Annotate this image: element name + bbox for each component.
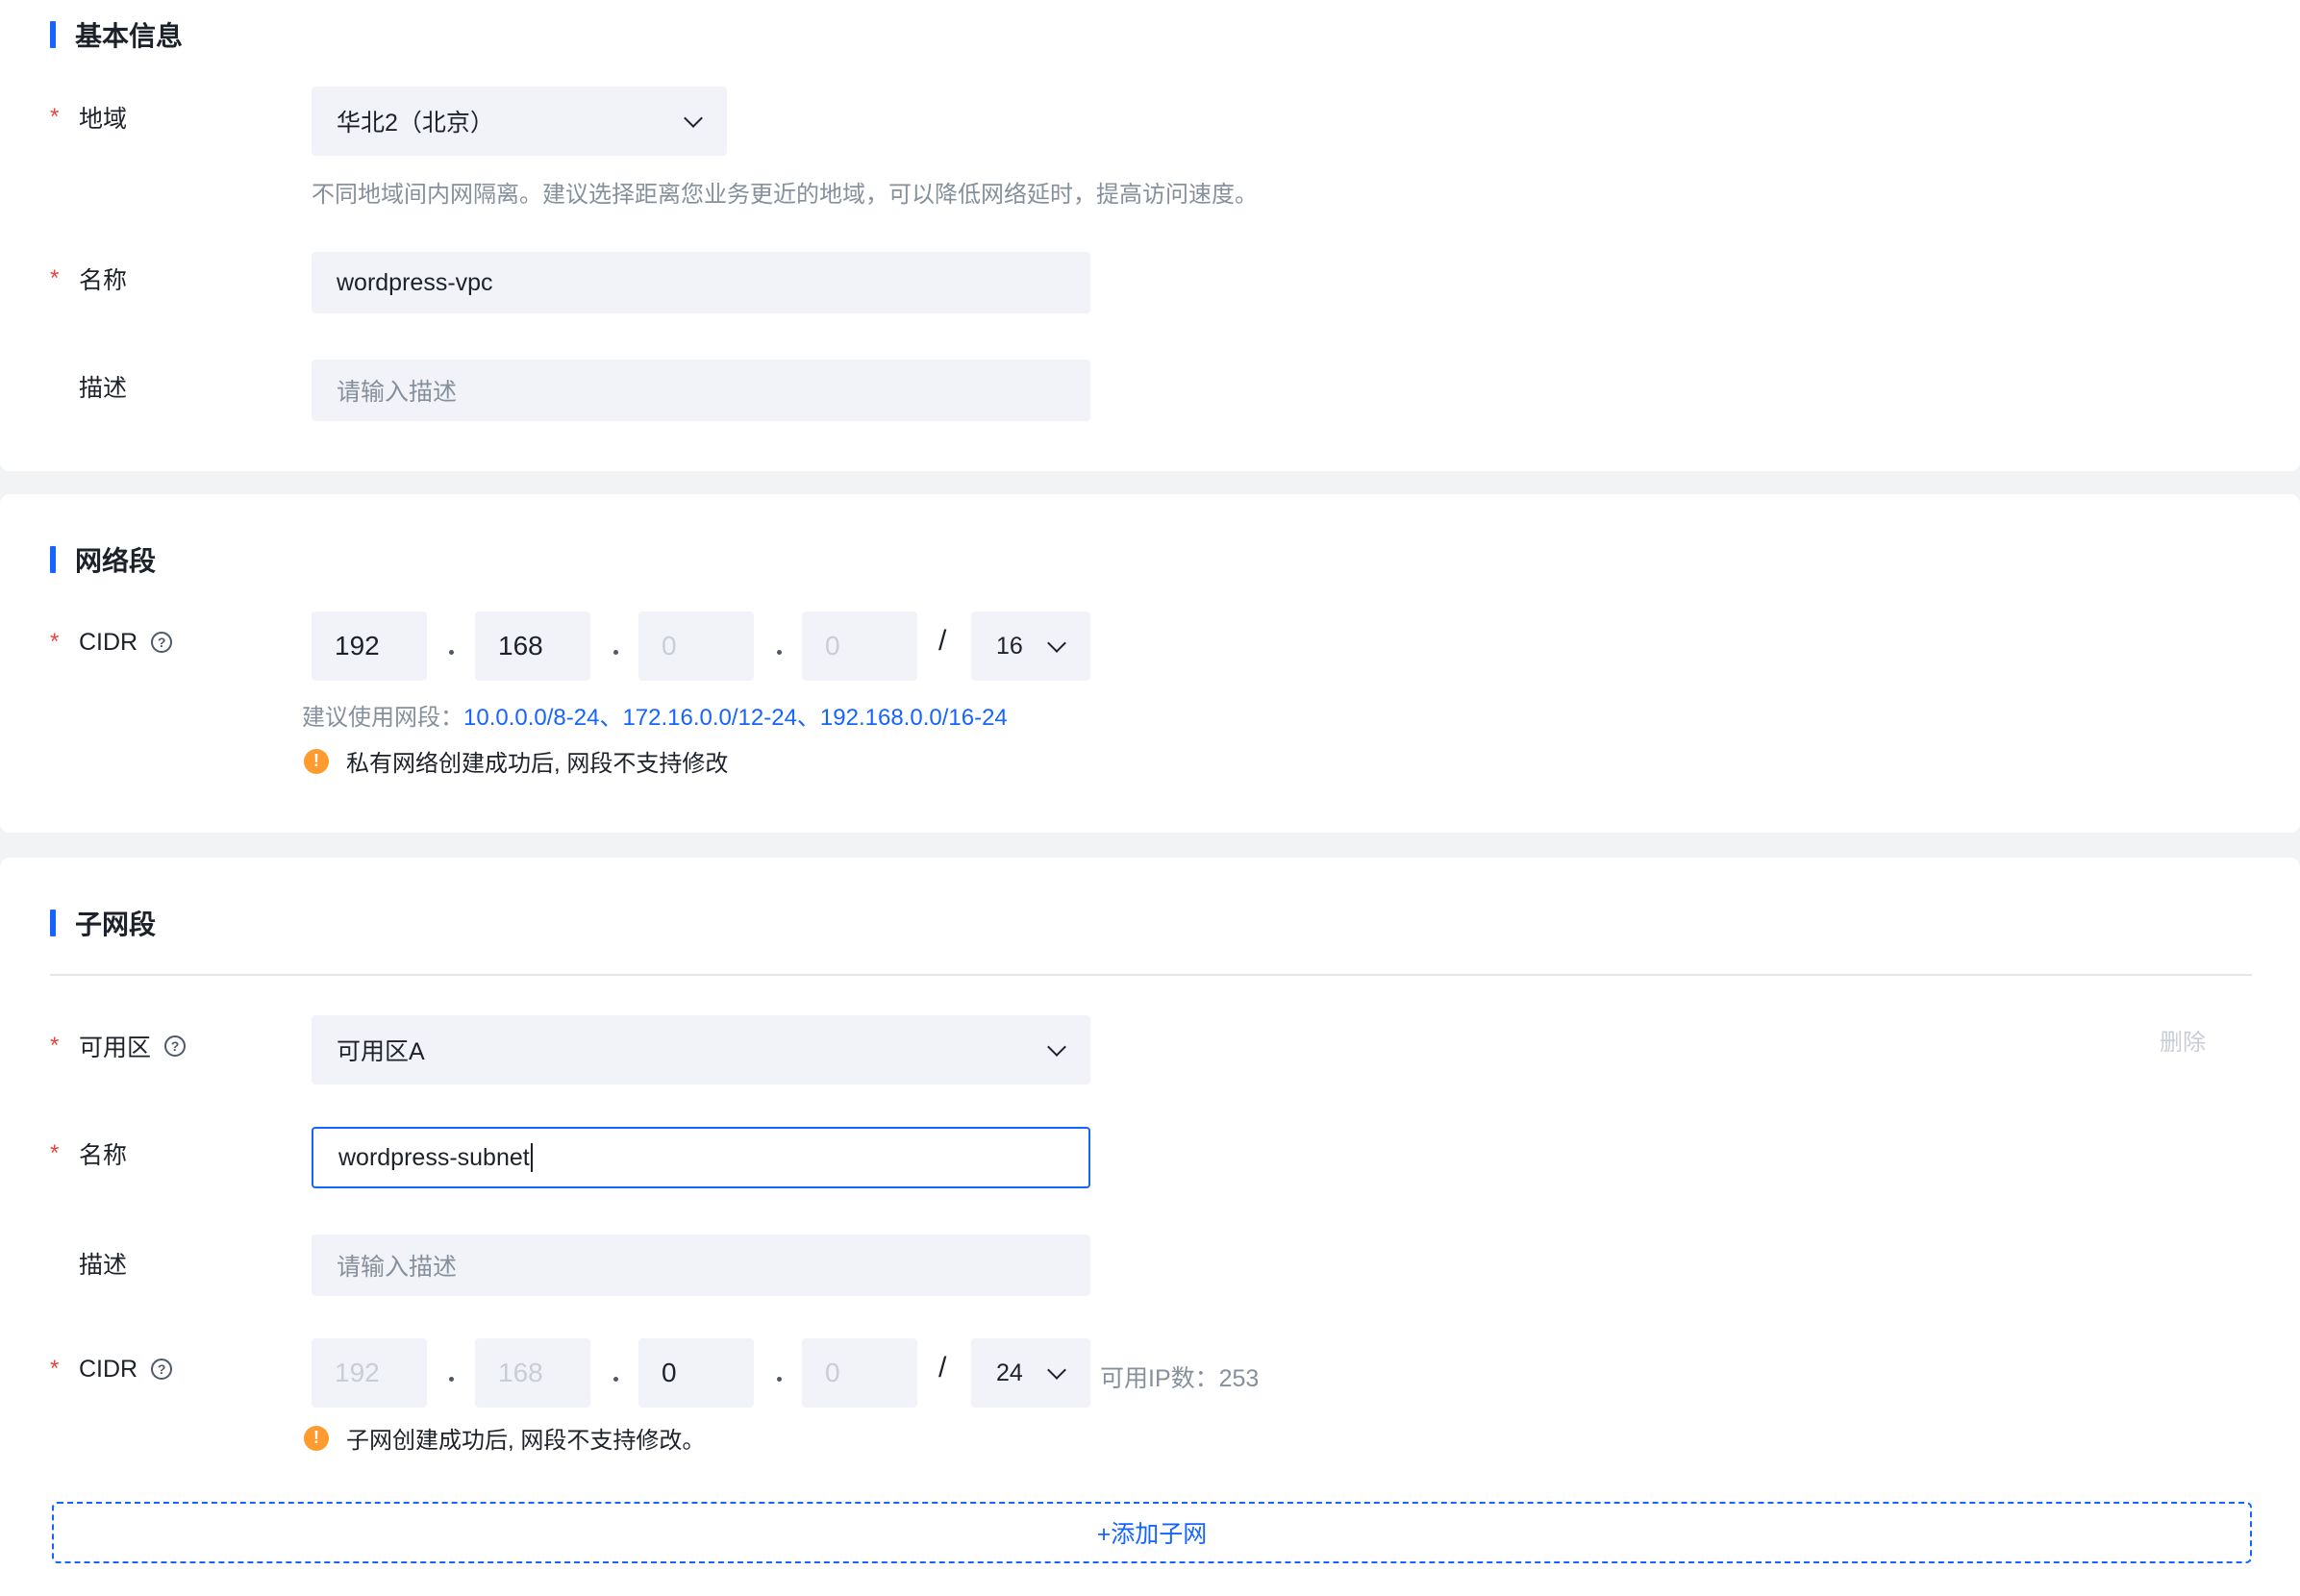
required-mark: * <box>50 1356 60 1382</box>
warning-icon: ! <box>304 1425 329 1451</box>
add-subnet-button[interactable]: +添加子网 <box>52 1502 2252 1563</box>
section-title-text: 子网段 <box>75 910 157 939</box>
vpc-description-label-text: 描述 <box>79 375 128 402</box>
octet-separator <box>777 1377 782 1382</box>
cidr-suggestion-hint: 建议使用网段：10.0.0.0/8-24、172.16.0.0/12-24、19… <box>302 698 1008 732</box>
vpc-name-label: * 名称 <box>50 262 127 296</box>
subnet-description-label: 描述 <box>50 1246 127 1281</box>
chevron-down-icon <box>1047 1360 1066 1380</box>
octet-separator <box>613 1377 618 1382</box>
vpc-name-label-text: 名称 <box>79 267 128 294</box>
subnet-card <box>0 858 2300 1596</box>
vpc-cidr-warning: ! 私有网络创建成功后, 网段不支持修改 <box>304 744 728 778</box>
subnet-name-input-value: wordpress-subnet <box>338 1143 530 1171</box>
subnet-cidr-octet-1: 192 <box>312 1338 427 1408</box>
octet-separator <box>449 1377 454 1382</box>
subnet-name-label: * 名称 <box>50 1136 127 1171</box>
subnet-description-label-text: 描述 <box>79 1252 128 1279</box>
help-icon[interactable]: ? <box>164 1035 187 1057</box>
vpc-cidr-octet-1[interactable]: 192 <box>312 611 427 681</box>
delete-subnet-button[interactable]: 删除 <box>2160 1023 2206 1057</box>
subnet-cidr-octet-3[interactable]: 0 <box>638 1338 754 1408</box>
text-cursor <box>530 1143 533 1172</box>
subnet-name-input[interactable]: wordpress-subnet <box>312 1127 1090 1188</box>
chevron-down-icon <box>684 109 703 128</box>
section-divider <box>50 974 2252 976</box>
zone-label: * 可用区 ? <box>50 1029 187 1063</box>
region-label: * 地域 <box>50 100 127 135</box>
subnet-cidr-octet-2: 168 <box>475 1338 590 1408</box>
vpc-cidr-warning-text: 私有网络创建成功后, 网段不支持修改 <box>346 751 729 777</box>
subnet-description-placeholder: 请输入描述 <box>337 1254 458 1281</box>
help-icon[interactable]: ? <box>151 632 173 653</box>
subnet-cidr-mask-value: 24 <box>996 1359 1023 1386</box>
required-mark: * <box>50 1140 60 1166</box>
required-mark: * <box>50 104 60 130</box>
subnet-description-input[interactable]: 请输入描述 <box>312 1234 1090 1296</box>
vpc-cidr-mask-value: 16 <box>996 632 1023 660</box>
vpc-name-input-value: wordpress-vpc <box>337 268 493 296</box>
chevron-down-icon <box>1047 1037 1066 1057</box>
section-title-text: 网络段 <box>75 546 157 576</box>
octet-separator <box>777 650 782 655</box>
section-accent-bar <box>50 546 56 573</box>
vpc-description-label: 描述 <box>50 369 127 404</box>
required-mark: * <box>50 265 60 291</box>
mask-separator: / <box>938 1352 947 1384</box>
mask-separator: / <box>938 625 947 657</box>
subnet-cidr-warning-text: 子网创建成功后, 网段不支持修改。 <box>346 1428 706 1454</box>
network-section-title: 网络段 <box>50 544 156 576</box>
section-title-text: 基本信息 <box>75 21 184 51</box>
vpc-name-input[interactable]: wordpress-vpc <box>312 252 1090 313</box>
zone-select[interactable]: 可用区A <box>312 1015 1090 1085</box>
vpc-cidr-mask-select[interactable]: 16 <box>971 611 1090 681</box>
vpc-description-input[interactable]: 请输入描述 <box>312 360 1090 421</box>
vpc-cidr-label: * CIDR ? <box>50 625 173 660</box>
octet-separator <box>613 650 618 655</box>
region-hint: 不同地域间内网隔离。建议选择距离您业务更近的地域，可以降低网络延时，提高访问速度… <box>312 182 1258 208</box>
section-accent-bar <box>50 910 56 936</box>
subnet-name-label-text: 名称 <box>79 1142 128 1169</box>
octet-separator <box>449 650 454 655</box>
cidr-suggestion-ranges: 10.0.0.0/8-24、172.16.0.0/12-24、192.168.0… <box>463 705 1008 731</box>
vpc-cidr-octet-3[interactable]: 0 <box>638 611 754 681</box>
vpc-cidr-octet-2[interactable]: 168 <box>475 611 590 681</box>
region-select-value: 华北2（北京） <box>337 110 494 137</box>
subnet-cidr-octet-4[interactable]: 0 <box>802 1338 917 1408</box>
region-label-text: 地域 <box>79 106 128 133</box>
required-mark: * <box>50 629 60 655</box>
cidr-suggestion-prefix: 建议使用网段： <box>302 705 463 731</box>
zone-label-text: 可用区 <box>79 1035 152 1061</box>
subnet-cidr-label-text: CIDR <box>79 1355 138 1383</box>
subnet-cidr-label: * CIDR ? <box>50 1352 173 1386</box>
available-ip-count: 可用IP数：253 <box>1100 1365 1260 1392</box>
chevron-down-icon <box>1047 634 1066 653</box>
vpc-cidr-octet-4[interactable]: 0 <box>802 611 917 681</box>
required-mark: * <box>50 1033 60 1059</box>
subnet-section-title: 子网段 <box>50 908 156 939</box>
warning-icon: ! <box>304 748 329 774</box>
region-select[interactable]: 华北2（北京） <box>312 87 727 156</box>
section-accent-bar <box>50 21 56 48</box>
basic-info-section-title: 基本信息 <box>50 19 183 51</box>
vpc-cidr-label-text: CIDR <box>79 628 138 656</box>
vpc-description-placeholder: 请输入描述 <box>337 379 458 406</box>
subnet-cidr-warning: ! 子网创建成功后, 网段不支持修改。 <box>304 1421 705 1455</box>
zone-select-value: 可用区A <box>337 1038 425 1065</box>
help-icon[interactable]: ? <box>151 1359 173 1380</box>
subnet-cidr-mask-select[interactable]: 24 <box>971 1338 1090 1408</box>
